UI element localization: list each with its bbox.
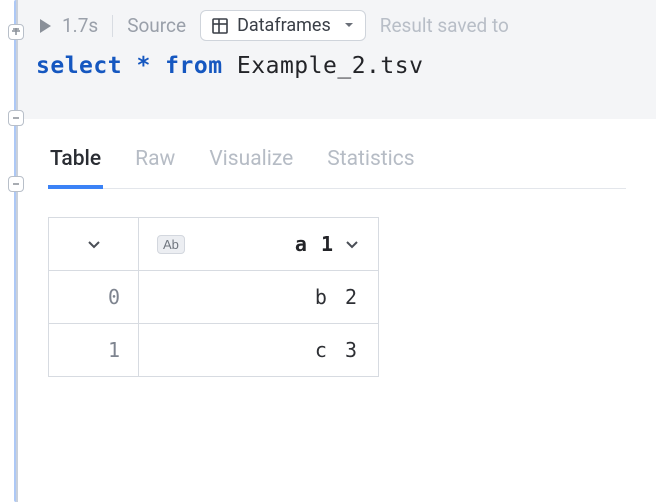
keyword-from: from — [165, 53, 222, 79]
play-icon — [36, 17, 54, 35]
fold-handle[interactable] — [8, 176, 24, 192]
table-grid-icon — [211, 17, 229, 35]
result-saved-label: Result saved to — [380, 14, 509, 37]
tab-statistics[interactable]: Statistics — [325, 137, 416, 189]
cell-header: 1.7s Source Dataframes Result saved to — [18, 0, 656, 47]
sql-editor[interactable]: select * from Example_2.tsv — [18, 47, 656, 119]
column-name: a 1 — [295, 232, 334, 256]
fold-handle[interactable] — [8, 24, 24, 40]
dataframes-label: Dataframes — [237, 15, 331, 36]
tab-table[interactable]: Table — [48, 137, 103, 189]
separator — [112, 15, 113, 37]
chevron-down-icon — [344, 236, 360, 252]
cell-value: c 3 — [139, 324, 379, 377]
source-label[interactable]: Source — [127, 14, 186, 37]
result-table: Ab a 1 0 b 2 1 c 3 — [48, 217, 379, 377]
run-time-label: 1.7s — [62, 14, 98, 37]
type-badge: Ab — [157, 235, 185, 254]
column-header[interactable]: Ab a 1 — [139, 218, 379, 271]
row-index: 1 — [49, 324, 139, 377]
dataframes-dropdown[interactable]: Dataframes — [200, 10, 366, 41]
index-column-header[interactable] — [49, 218, 139, 271]
table-identifier: Example_2.tsv — [237, 53, 424, 79]
tab-visualize[interactable]: Visualize — [207, 137, 295, 189]
table-row[interactable]: 1 c 3 — [49, 324, 379, 377]
output-tabs: Table Raw Visualize Statistics — [48, 137, 626, 189]
fold-handle[interactable] — [8, 110, 24, 126]
chevron-down-icon — [343, 15, 355, 36]
table-row[interactable]: 0 b 2 — [49, 271, 379, 324]
chevron-down-icon — [86, 236, 102, 252]
run-button[interactable]: 1.7s — [36, 14, 98, 37]
tab-raw[interactable]: Raw — [133, 137, 177, 189]
row-index: 0 — [49, 271, 139, 324]
star-token: * — [136, 53, 150, 79]
cell-value: b 2 — [139, 271, 379, 324]
keyword-select: select — [36, 53, 122, 79]
